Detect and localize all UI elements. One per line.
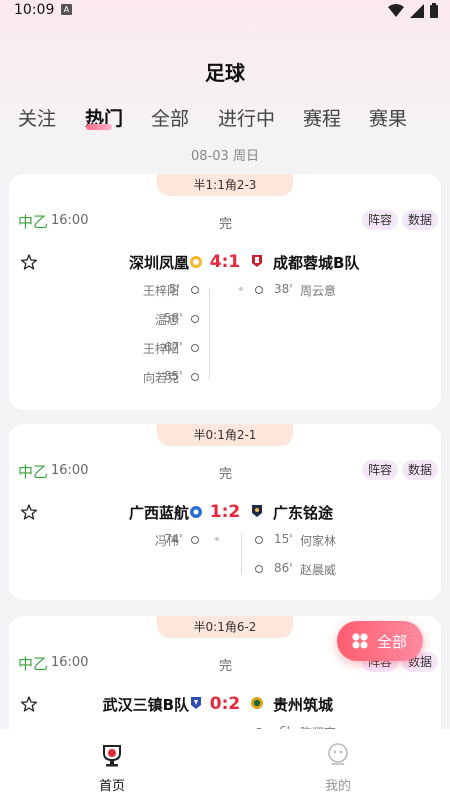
ball-icon [191, 344, 199, 352]
match-status: 完 [219, 467, 233, 482]
goal-minute: 15' [274, 532, 293, 546]
home-team: 深圳凤凰 [128, 254, 189, 272]
timeline-line [209, 289, 210, 379]
status-icons [388, 3, 438, 18]
ball-icon [191, 286, 199, 294]
goal-minute: 85' [164, 369, 183, 383]
score: 4:1 [209, 252, 241, 272]
ball-icon [191, 536, 199, 544]
trophy-icon [103, 745, 121, 767]
team-badge-icon [252, 255, 262, 267]
data-button[interactable]: 数据 [402, 460, 439, 480]
timeline-dot [239, 287, 243, 291]
odds-badge: 半1:1角2-3 [157, 174, 293, 196]
league-name: 中乙 [18, 463, 49, 481]
score: 0:2 [209, 694, 241, 714]
team-badge-icon [252, 505, 262, 517]
goal-minute: 74' [164, 532, 183, 546]
tab-all[interactable]: 全部 [151, 104, 189, 131]
team-badge-icon [190, 256, 202, 268]
team-badge-icon [191, 697, 201, 709]
goal-event: 周云意 [300, 284, 337, 298]
ball-icon [255, 565, 263, 573]
grid-icon [352, 633, 368, 649]
lineup-button[interactable]: 阵容 [362, 210, 399, 230]
nav-profile-label: 我的 [324, 779, 351, 794]
home-team: 武汉三镇B队 [102, 696, 189, 714]
tab-results[interactable]: 赛果 [369, 104, 407, 131]
home-team: 广西蓝航 [128, 504, 189, 522]
status-time: 10:09 [14, 2, 55, 18]
goal-event: 何家林 [300, 534, 337, 548]
ball-icon [191, 315, 199, 323]
match-card[interactable]: 半1:1角2-3 中乙 16:00 完 阵容 数据 深圳凤凰 4:1 成都蓉城B… [9, 174, 441, 410]
goal-minute: 38' [274, 282, 293, 296]
goal-minute: 86' [274, 561, 293, 575]
away-team: 广东铭途 [273, 504, 334, 522]
league-name: 中乙 [18, 655, 49, 673]
match-status: 完 [219, 217, 233, 232]
tab-bar: 关注 热门 全部 进行中 赛程 赛果 [0, 104, 450, 134]
wifi-icon [388, 3, 404, 17]
fab-label: 全部 [377, 633, 408, 651]
match-status: 完 [219, 659, 233, 674]
ball-icon [255, 536, 263, 544]
team-badge-icon [190, 506, 202, 518]
goal-event: 赵晨威 [300, 563, 337, 577]
all-matches-fab[interactable]: 全部 [337, 621, 423, 661]
goal-minute: 5' [169, 282, 180, 296]
goal-minute: 67' [164, 340, 183, 354]
star-icon[interactable] [21, 504, 37, 520]
nav-profile[interactable]: 我的 [298, 729, 378, 800]
star-icon[interactable] [21, 254, 37, 270]
signal-icon [410, 3, 424, 18]
ball-icon [191, 373, 199, 381]
match-card[interactable]: 半0:1角2-1 中乙 16:00 完 阵容 数据 广西蓝航 1:2 广东铭途 … [9, 424, 441, 600]
tab-live[interactable]: 进行中 [218, 104, 275, 131]
ball-icon [255, 286, 263, 294]
timeline-dot [215, 537, 219, 541]
kickoff-time: 16:00 [51, 463, 89, 478]
bottom-nav: 首页 我的 [0, 729, 450, 800]
odds-badge: 半0:1角6-2 [157, 616, 293, 638]
star-icon[interactable] [21, 696, 37, 712]
odds-badge: 半0:1角2-1 [157, 424, 293, 446]
profile-icon [328, 743, 348, 765]
score: 1:2 [209, 502, 241, 522]
away-team: 贵州筑城 [273, 696, 334, 714]
team-badge-icon [251, 697, 263, 709]
nav-home[interactable]: 首页 [72, 729, 152, 800]
tab-follow[interactable]: 关注 [18, 104, 56, 131]
data-button[interactable]: 数据 [402, 210, 439, 230]
kickoff-time: 16:00 [51, 213, 89, 228]
tab-schedule[interactable]: 赛程 [303, 104, 341, 131]
timeline-line [241, 534, 242, 574]
page-title: 足球 [205, 61, 245, 85]
away-team: 成都蓉城B队 [273, 254, 360, 272]
notification-icon: A [61, 4, 72, 15]
status-bar: 10:09 A [0, 0, 450, 24]
nav-home-label: 首页 [98, 779, 125, 794]
date-label: 08-03 周日 [191, 149, 259, 164]
battery-icon [430, 3, 438, 18]
lineup-button[interactable]: 阵容 [362, 460, 399, 480]
tab-active-indicator [86, 124, 112, 130]
league-name: 中乙 [18, 213, 49, 231]
kickoff-time: 16:00 [51, 655, 89, 670]
goal-minute: 58' [164, 311, 183, 325]
